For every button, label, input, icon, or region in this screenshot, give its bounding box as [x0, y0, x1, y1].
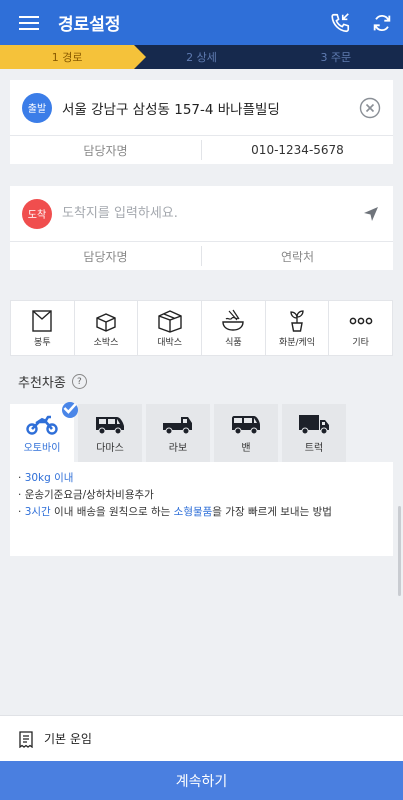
truck-icon [299, 414, 329, 434]
arrival-address-input[interactable] [62, 206, 361, 221]
pickup-truck-icon [163, 416, 192, 434]
basic-fare-label: 기본 운임 [44, 732, 92, 746]
vehicle-description: · 30kg 이내 · 운송기준요금/상하차비용추가 · 3시간 이내 배송을 … [10, 462, 393, 556]
vehicle-label: 트럭 [304, 442, 324, 454]
arrival-contact-row: 담당자명 연락처 [10, 242, 393, 270]
recommended-vehicle-title: 추천차종 ? [18, 372, 87, 391]
motorcycle-icon [26, 415, 58, 435]
vehicle-motorcycle[interactable]: 오토바이 [10, 402, 78, 462]
category-plant-cake[interactable]: 화분/케익 [266, 301, 330, 355]
location-arrow-icon[interactable] [361, 204, 381, 224]
check-icon [62, 402, 78, 418]
vehicle-label: 밴 [241, 442, 251, 454]
step-order: 3 주문 [320, 51, 352, 64]
description-line: · 운송기준요금/상하차비용추가 [18, 489, 154, 501]
category-label: 대박스 [157, 337, 183, 348]
menu-button[interactable] [0, 0, 58, 45]
item-size: 소형물품 [173, 506, 213, 518]
clear-icon[interactable] [359, 97, 381, 119]
vehicle-label: 오토바이 [23, 442, 61, 454]
description-line: · 30kg 이내 [18, 472, 74, 484]
category-label: 기타 [352, 337, 369, 348]
help-icon[interactable]: ? [71, 374, 87, 389]
arrival-badge: 도착 [22, 198, 52, 229]
category-label: 봉투 [34, 337, 51, 348]
continue-button[interactable]: 계속하기 [0, 761, 403, 800]
step-detail: 2 상세 [186, 51, 217, 64]
departure-contact-phone[interactable]: 010-1234-5678 [202, 143, 393, 157]
van-icon [232, 415, 260, 434]
more-dots-icon [349, 317, 373, 324]
category-small-box[interactable]: 소박스 [75, 301, 139, 355]
receipt-icon [19, 730, 33, 748]
category-other[interactable]: 기타 [329, 301, 392, 355]
scrollbar-thumb[interactable] [398, 506, 401, 596]
basic-fare-bar[interactable]: 기본 운임 [0, 506, 403, 761]
food-bowl-icon [222, 309, 245, 331]
delivery-time: 3시간 [24, 506, 51, 518]
arrival-card: 도착 담당자명 연락처 [10, 186, 393, 270]
recommended-vehicle-label: 추천차종 [18, 376, 66, 391]
minivan-icon [96, 416, 124, 434]
departure-contact-name[interactable]: 담당자명 [10, 142, 201, 159]
arrival-contact-name[interactable]: 담당자명 [10, 248, 201, 265]
category-label: 소박스 [93, 337, 119, 348]
description-text: 을 가장 빠르게 보내는 방법 [212, 506, 332, 518]
envelope-icon [32, 309, 53, 332]
category-food[interactable]: 식품 [202, 301, 266, 355]
departure-address[interactable]: 서울 강남구 삼성동 157-4 바나플빌딩 [62, 98, 359, 118]
app-bar: 경로설정 [0, 0, 403, 45]
vehicle-label: 다마스 [96, 442, 124, 454]
refresh-icon [373, 14, 391, 31]
arrival-contact-phone[interactable]: 연락처 [202, 248, 393, 265]
departure-badge: 출발 [22, 92, 52, 123]
arrival-address-row[interactable]: 도착 [10, 186, 393, 242]
category-label: 화분/케익 [278, 337, 316, 348]
departure-card: 출발 서울 강남구 삼성동 157-4 바나플빌딩 담당자명 010-1234-… [10, 80, 393, 164]
vehicle-damas[interactable]: 다마스 [78, 404, 142, 462]
call-button[interactable] [319, 0, 361, 45]
large-box-icon [157, 309, 182, 333]
step-route: 1 경로 [0, 45, 147, 69]
vehicle-label: 라보 [168, 442, 188, 454]
vehicle-truck[interactable]: 트럭 [282, 404, 346, 462]
page-title: 경로설정 [58, 15, 121, 35]
departure-contact-row: 담당자명 010-1234-5678 [10, 136, 393, 164]
weight-limit: 30kg 이내 [24, 472, 74, 484]
phone-icon [331, 12, 350, 32]
item-category-selector: 봉투 소박스 대박스 식품 화분/케익 기타 [10, 300, 393, 356]
category-label: 식품 [225, 337, 242, 348]
fare-note: 운송기준요금/상하차비용추가 [24, 489, 154, 501]
plant-pot-icon [290, 309, 304, 332]
step-indicator: 1 경로 2 상세 3 주문 [0, 45, 403, 69]
vehicle-selector: 오토바이 다마스 라보 밴 트럭 [10, 402, 393, 462]
vehicle-labo[interactable]: 라보 [146, 404, 210, 462]
refresh-button[interactable] [361, 0, 403, 45]
description-text: 이내 배송을 원칙으로 하는 [50, 506, 174, 518]
hamburger-icon [19, 15, 39, 30]
departure-address-row[interactable]: 출발 서울 강남구 삼성동 157-4 바나플빌딩 [10, 80, 393, 136]
category-envelope[interactable]: 봉투 [11, 301, 75, 355]
description-line: · 3시간 이내 배송을 원칙으로 하는 소형물품을 가장 빠르게 보내는 방법 [18, 506, 332, 518]
small-box-icon [96, 312, 116, 332]
vehicle-van[interactable]: 밴 [214, 404, 278, 462]
category-large-box[interactable]: 대박스 [138, 301, 203, 355]
